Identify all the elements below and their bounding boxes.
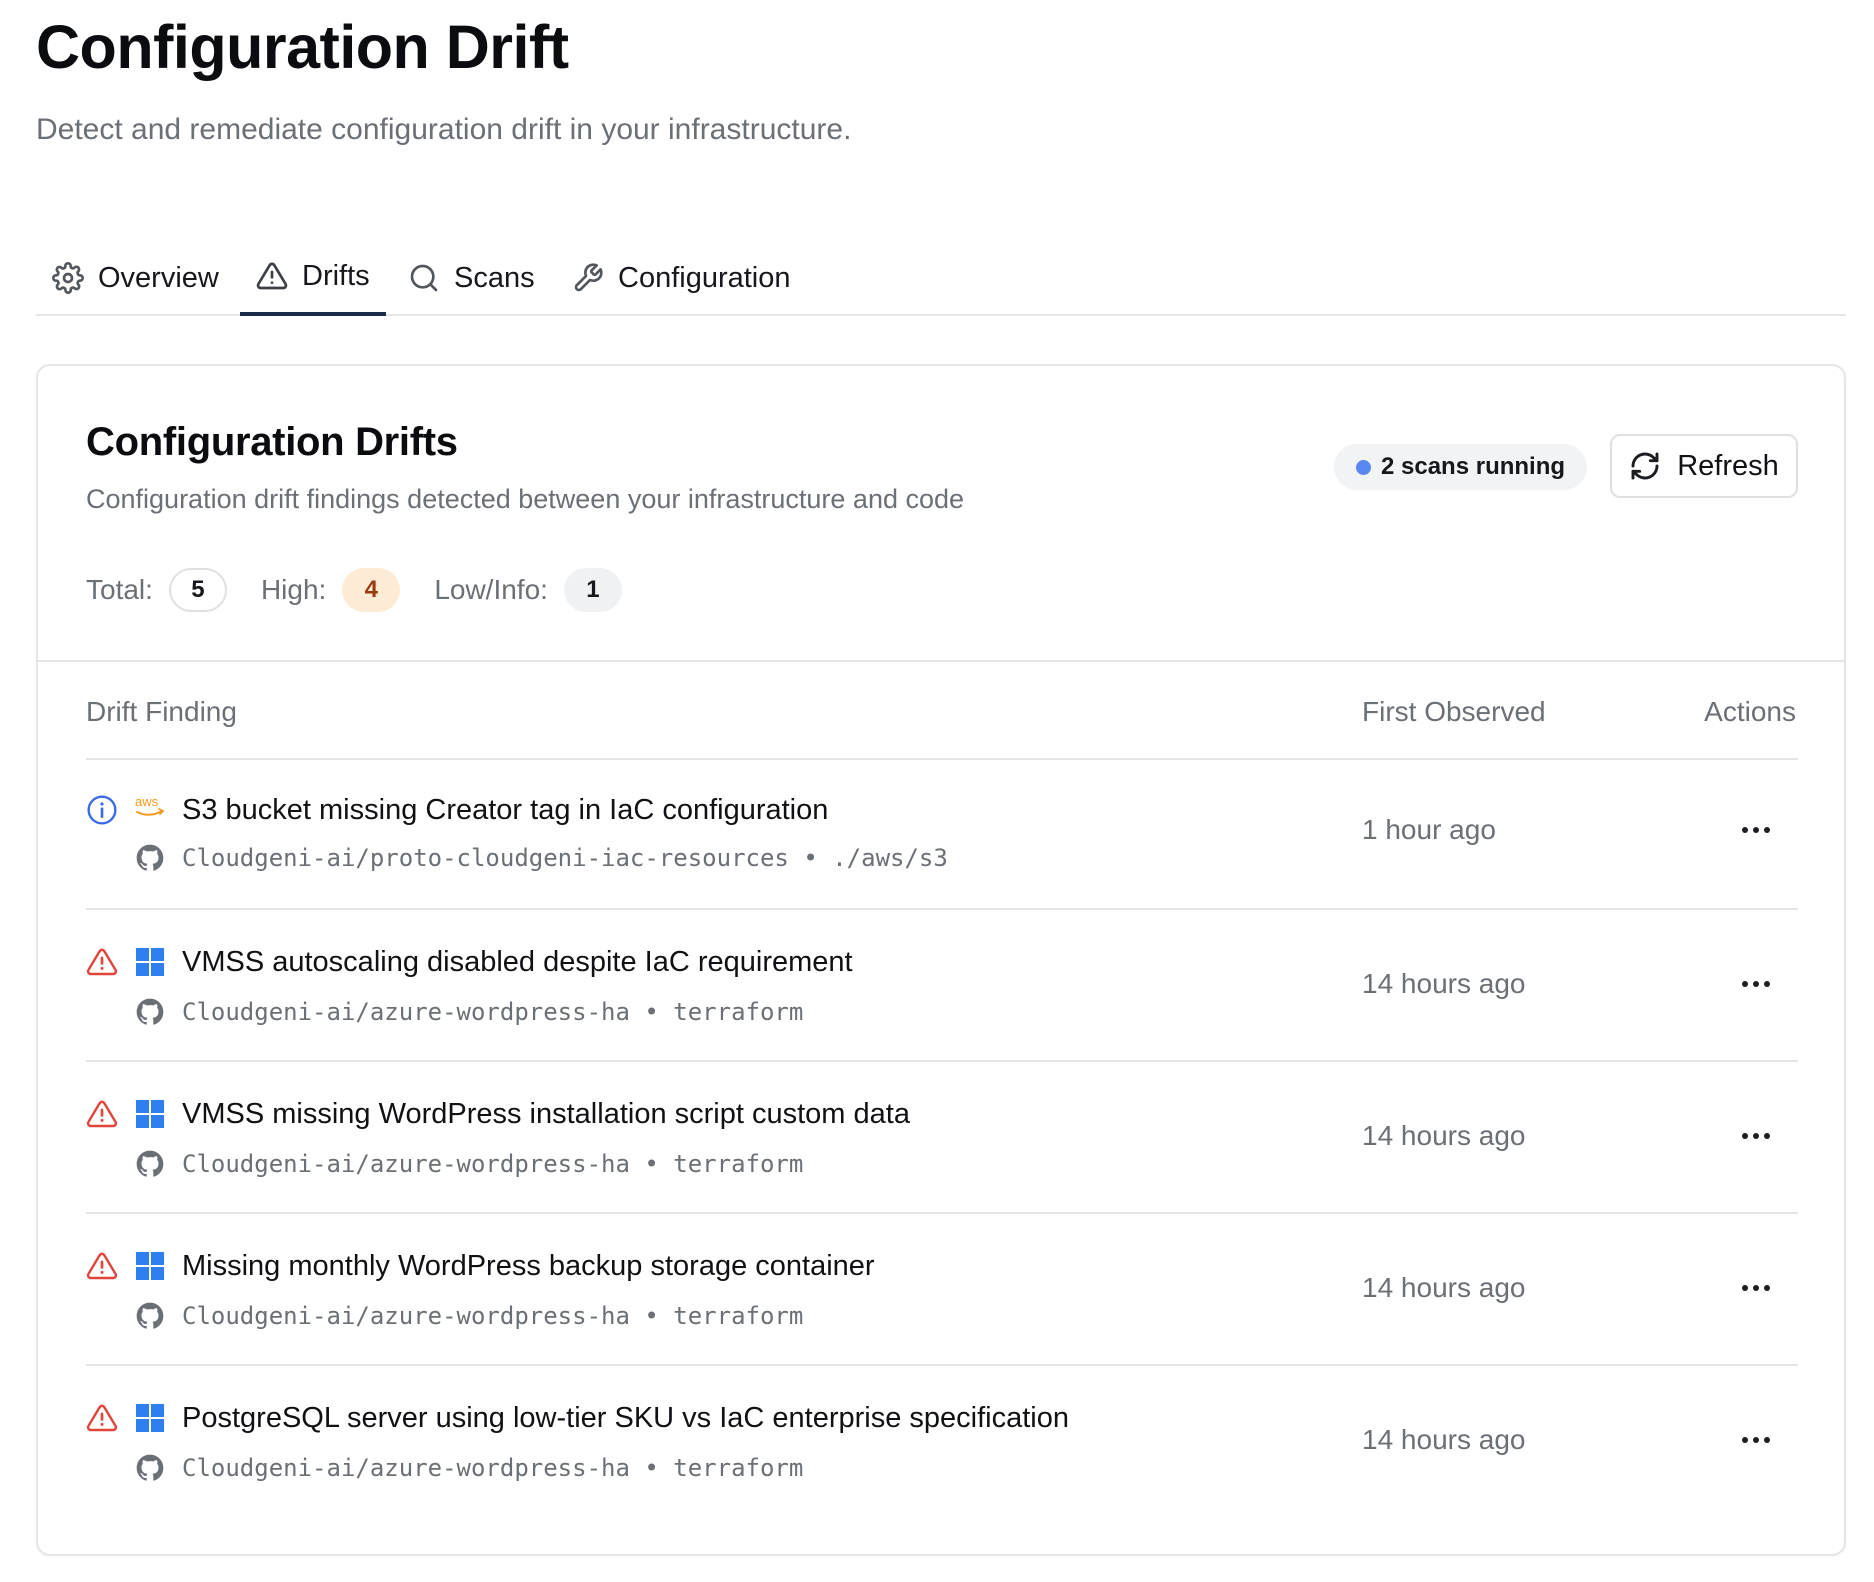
- page-subtitle: Detect and remediate configuration drift…: [36, 113, 852, 146]
- table-row[interactable]: VMSS missing WordPress installation scri…: [86, 1062, 1798, 1214]
- finding-repo-path: Cloudgeni-ai/azure-wordpress-ha • terraf…: [182, 998, 804, 1026]
- svg-text:aws: aws: [135, 794, 159, 809]
- azure-icon: [136, 1404, 164, 1432]
- first-observed-time: 14 hours ago: [1362, 1120, 1526, 1151]
- first-observed-time: 14 hours ago: [1362, 968, 1526, 999]
- scan-status-badge: 2 scans running: [1334, 444, 1588, 490]
- refresh-button[interactable]: Refresh: [1610, 434, 1798, 498]
- github-icon: [136, 998, 164, 1025]
- tab-scans[interactable]: Scans: [392, 240, 551, 316]
- tab-configuration-label: Configuration: [618, 261, 791, 294]
- card-description: Configuration drift findings detected be…: [86, 484, 965, 514]
- aws-icon: aws: [135, 794, 165, 816]
- finding-title[interactable]: Missing monthly WordPress backup storage…: [182, 1250, 875, 1283]
- github-icon: [136, 1302, 164, 1329]
- scan-status-label: 2 scans running: [1381, 453, 1566, 480]
- page-title: Configuration Drift: [36, 13, 569, 81]
- tab-overview-label: Overview: [98, 261, 219, 294]
- refresh-label: Refresh: [1677, 449, 1779, 482]
- github-icon: [136, 844, 164, 871]
- azure-icon: [136, 1100, 164, 1128]
- low-info-count-badge: 1: [563, 568, 622, 612]
- finding-repo-path: Cloudgeni-ai/azure-wordpress-ha • terraf…: [182, 1302, 804, 1330]
- tab-configuration[interactable]: Configuration: [556, 240, 807, 316]
- more-actions-button[interactable]: [1736, 814, 1776, 846]
- high-count-badge: 4: [342, 568, 401, 612]
- warning-triangle-icon: [86, 1252, 118, 1280]
- finding-title[interactable]: VMSS autoscaling disabled despite IaC re…: [182, 946, 853, 979]
- column-header-first-observed: First Observed: [1362, 696, 1546, 727]
- first-observed-time: 14 hours ago: [1362, 1272, 1526, 1303]
- table-row[interactable]: PostgreSQL server using low-tier SKU vs …: [86, 1366, 1798, 1518]
- finding-repo-path: Cloudgeni-ai/azure-wordpress-ha • terraf…: [182, 1150, 804, 1178]
- finding-repo-path: Cloudgeni-ai/azure-wordpress-ha • terraf…: [182, 1454, 804, 1482]
- azure-icon: [136, 1252, 164, 1280]
- github-icon: [136, 1150, 164, 1177]
- high-label: High:: [260, 574, 327, 605]
- warning-triangle-icon: [86, 948, 118, 976]
- more-actions-button[interactable]: [1736, 1272, 1776, 1304]
- status-dot-icon: [1356, 459, 1371, 475]
- card-divider: [38, 660, 1844, 662]
- column-header-actions: Actions: [1704, 696, 1796, 727]
- table-row[interactable]: VMSS autoscaling disabled despite IaC re…: [86, 910, 1798, 1062]
- warning-triangle-icon: [256, 262, 288, 290]
- tab-drifts-label: Drifts: [302, 259, 370, 292]
- info-icon: [87, 795, 117, 825]
- finding-repo-path: Cloudgeni-ai/proto-cloudgeni-iac-resourc…: [182, 844, 948, 872]
- finding-title[interactable]: VMSS missing WordPress installation scri…: [182, 1098, 910, 1131]
- tab-overview[interactable]: Overview: [36, 240, 235, 316]
- table-row[interactable]: Missing monthly WordPress backup storage…: [86, 1214, 1798, 1366]
- azure-icon: [136, 948, 164, 976]
- more-actions-button[interactable]: [1736, 1120, 1776, 1152]
- refresh-icon: [1631, 452, 1659, 480]
- drifts-card: Configuration Drifts Configuration drift…: [36, 364, 1846, 1556]
- finding-title[interactable]: PostgreSQL server using low-tier SKU vs …: [182, 1402, 1069, 1435]
- card-title: Configuration Drifts: [86, 420, 458, 464]
- low-info-label: Low/Info:: [434, 574, 548, 605]
- severity-counts: Total: 5 High: 4 Low/Info: 1: [86, 568, 656, 612]
- total-label: Total:: [86, 574, 153, 605]
- warning-triangle-icon: [86, 1404, 118, 1432]
- search-icon: [410, 264, 438, 292]
- more-actions-button[interactable]: [1736, 968, 1776, 1000]
- warning-triangle-icon: [86, 1100, 118, 1128]
- tab-scans-label: Scans: [454, 261, 535, 294]
- tab-bar: Overview Drifts Scans Configuration: [36, 240, 1846, 316]
- total-count-badge: 5: [168, 568, 227, 612]
- gear-icon: [52, 262, 84, 294]
- first-observed-time: 14 hours ago: [1362, 1424, 1526, 1455]
- table-row[interactable]: aws S3 bucket missing Creator tag in IaC…: [86, 760, 1798, 910]
- github-icon: [136, 1454, 164, 1481]
- first-observed-time: 1 hour ago: [1362, 814, 1496, 845]
- tab-drifts[interactable]: Drifts: [240, 240, 386, 316]
- wrench-icon: [574, 263, 603, 292]
- more-actions-button[interactable]: [1736, 1424, 1776, 1456]
- finding-title[interactable]: S3 bucket missing Creator tag in IaC con…: [182, 794, 828, 827]
- column-header-finding: Drift Finding: [86, 696, 237, 727]
